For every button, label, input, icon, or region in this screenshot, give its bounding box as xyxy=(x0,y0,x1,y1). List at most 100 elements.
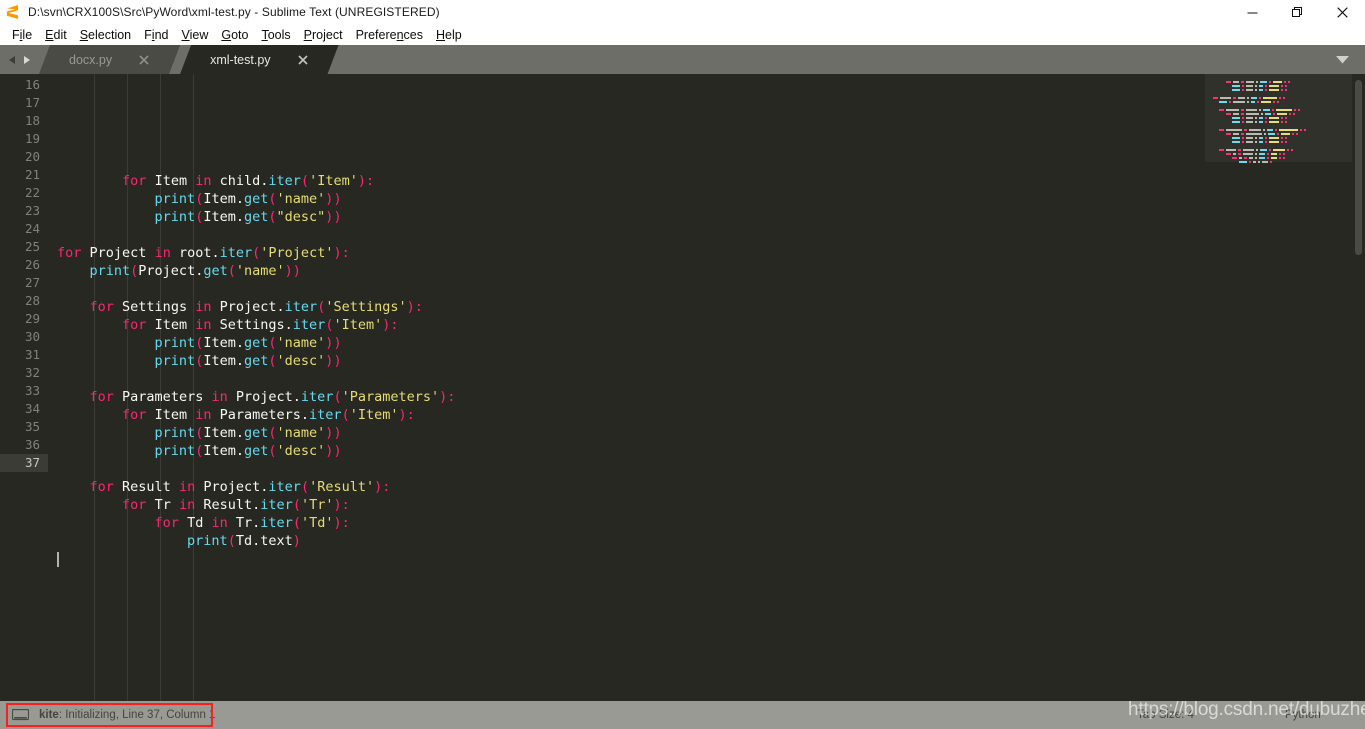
code-line[interactable]: print(Item.get('desc')) xyxy=(48,442,1205,460)
code-token: . xyxy=(252,533,261,549)
code-token: : xyxy=(382,479,391,495)
code-token: ( xyxy=(292,515,301,531)
line-number: 30 xyxy=(24,329,40,344)
code-token: in xyxy=(195,173,212,189)
code-token: ( xyxy=(227,533,236,549)
code-token: : xyxy=(414,299,423,315)
menu-item-goto[interactable]: Goto xyxy=(215,26,255,44)
code-token: 'desc' xyxy=(276,353,326,369)
code-token: . xyxy=(211,245,220,261)
tab-overflow-chevron-icon[interactable] xyxy=(1329,45,1355,74)
code-line[interactable]: print(Item.get('name')) xyxy=(48,424,1205,442)
code-line[interactable]: for Tr in Result.iter('Tr'): xyxy=(48,496,1205,514)
code-token: Project xyxy=(203,479,261,495)
scrollbar-thumb[interactable] xyxy=(1355,80,1362,255)
tab-label: docx.py xyxy=(69,52,113,67)
code-token: 'name' xyxy=(276,425,326,441)
code-token: ) xyxy=(333,497,342,513)
code-line[interactable]: for Item in Settings.iter('Item'): xyxy=(48,316,1205,334)
menu-item-file[interactable]: File xyxy=(6,26,39,44)
code-minimap[interactable] xyxy=(1205,74,1352,701)
code-line[interactable]: print(Item.get("desc")) xyxy=(48,208,1205,226)
line-number: 24 xyxy=(24,221,40,236)
code-line[interactable] xyxy=(48,460,1205,478)
code-token: iter xyxy=(309,407,342,423)
code-line[interactable]: for Project in root.iter('Project'): xyxy=(48,244,1205,262)
code-line[interactable] xyxy=(48,370,1205,388)
monitor-icon[interactable] xyxy=(12,708,29,722)
menu-item-project[interactable]: Project xyxy=(298,26,350,44)
minimap-viewport[interactable] xyxy=(1205,74,1352,162)
code-token: "desc" xyxy=(276,209,326,225)
menu-item-edit[interactable]: Edit xyxy=(39,26,74,44)
menu-item-help[interactable]: Help xyxy=(430,26,469,44)
tab-xml-test-py[interactable]: xml-test.py xyxy=(180,45,338,74)
code-token: . xyxy=(292,389,301,405)
code-line[interactable]: print(Td.text) xyxy=(48,532,1205,550)
menu-item-find[interactable]: Find xyxy=(138,26,175,44)
code-line[interactable]: print(Project.get('name')) xyxy=(48,262,1205,280)
code-token: in xyxy=(195,407,212,423)
line-number: 18 xyxy=(24,113,40,128)
code-token: Item xyxy=(203,443,236,459)
code-token: ( xyxy=(268,353,277,369)
code-token: . xyxy=(235,335,244,351)
tab-navigation xyxy=(0,45,39,74)
code-line[interactable]: print(Item.get('name')) xyxy=(48,190,1205,208)
code-token: ) xyxy=(333,209,342,225)
code-token: get xyxy=(243,425,269,441)
line-number: 35 xyxy=(24,419,40,434)
code-line[interactable]: print(Item.get('desc')) xyxy=(48,352,1205,370)
code-token: Item xyxy=(154,173,188,189)
tab-close-icon[interactable] xyxy=(297,54,309,66)
code-token: . xyxy=(300,407,310,423)
next-tab-arrow-icon[interactable] xyxy=(22,55,31,65)
code-line[interactable]: for Parameters in Project.iter('Paramete… xyxy=(48,388,1205,406)
tab-size-indicator[interactable]: Tab Size: 4 xyxy=(1137,709,1194,721)
code-token: . xyxy=(235,443,244,459)
minimize-button[interactable] xyxy=(1230,0,1275,24)
menu-item-tools[interactable]: Tools xyxy=(255,26,297,44)
code-token: ) xyxy=(333,425,342,441)
code-line[interactable]: for Settings in Project.iter('Settings')… xyxy=(48,298,1205,316)
tab-docx-py[interactable]: docx.py xyxy=(39,45,180,74)
code-token: Item xyxy=(203,425,236,441)
menu-item-view[interactable]: View xyxy=(175,26,215,44)
vertical-scrollbar[interactable] xyxy=(1352,74,1365,701)
line-number: 23 xyxy=(24,203,40,218)
menu-item-selection[interactable]: Selection xyxy=(74,26,138,44)
code-content[interactable]: for Item in child.iter('Item'): print(It… xyxy=(48,74,1205,701)
code-line[interactable] xyxy=(48,280,1205,298)
tab-close-icon[interactable] xyxy=(138,54,150,66)
code-line[interactable]: for Td in Tr.iter('Td'): xyxy=(48,514,1205,532)
code-token: for xyxy=(89,389,114,405)
kite-message: : Initializing, Line 37, Column 1 xyxy=(58,709,216,721)
code-token: 'Td' xyxy=(300,515,334,531)
code-line[interactable]: for Item in Parameters.iter('Item'): xyxy=(48,406,1205,424)
language-indicator[interactable]: Python xyxy=(1285,709,1321,721)
maximize-button[interactable] xyxy=(1275,0,1320,24)
code-line[interactable] xyxy=(48,550,1205,568)
code-editor[interactable]: 16 17 18 19 20 21 22 23 24 25 26 27 28 29 30 31 32 33 34 35… xyxy=(0,74,1205,701)
code-token: Project xyxy=(219,299,277,315)
code-line[interactable] xyxy=(48,226,1205,244)
code-token: iter xyxy=(300,389,334,405)
code-line[interactable]: print(Item.get('name')) xyxy=(48,334,1205,352)
title-bar: D:\svn\CRX100S\Src\PyWord\xml-test.py - … xyxy=(0,0,1365,24)
code-line[interactable]: for Item in child.iter('Item'): xyxy=(48,172,1205,190)
close-button[interactable] xyxy=(1320,0,1365,24)
code-token: : xyxy=(365,173,375,189)
code-line[interactable]: for Result in Project.iter('Result'): xyxy=(48,478,1205,496)
code-token: ) xyxy=(333,515,342,531)
menu-item-preferences[interactable]: Preferences xyxy=(350,26,430,44)
prev-tab-arrow-icon[interactable] xyxy=(8,55,17,65)
code-token: iter xyxy=(292,317,326,333)
code-token: get xyxy=(243,335,269,351)
status-left-group: kite: Initializing, Line 37, Column 1 xyxy=(0,708,216,722)
